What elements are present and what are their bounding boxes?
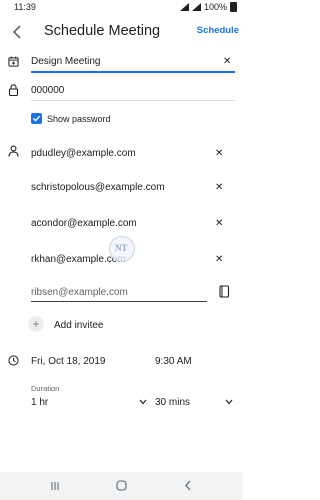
battery-percent: 100%	[203, 2, 227, 12]
password-input[interactable]: 000000	[31, 85, 64, 96]
status-icons: 100%	[179, 2, 237, 12]
battery-icon	[230, 2, 237, 12]
remove-invitee-icon[interactable]: ✕	[215, 219, 223, 229]
chevron-down-icon[interactable]	[225, 399, 233, 405]
signal-icon	[179, 3, 189, 11]
password-underline	[31, 100, 235, 101]
invitee-item: pdudley@example.com	[31, 148, 136, 159]
show-password-label: Show password	[47, 114, 111, 124]
lock-icon	[8, 84, 19, 96]
time-field[interactable]: 9:30 AM	[155, 356, 192, 367]
signal-icon	[191, 3, 201, 11]
meeting-title-input[interactable]: Design Meeting	[31, 56, 100, 67]
invitee-input-underline	[31, 301, 207, 302]
system-navigation-bar	[0, 472, 243, 500]
remove-invitee-icon[interactable]: ✕	[215, 149, 223, 159]
invitee-item: acondor@example.com	[31, 218, 137, 229]
duration-minutes-select[interactable]: 30 mins	[155, 397, 190, 408]
watermark-logo: NT	[109, 236, 135, 262]
invitee-email-input[interactable]: ribsen@example.com	[31, 287, 128, 298]
app-bar: Schedule Meeting Schedule	[0, 14, 243, 50]
status-bar: 11:39 100%	[0, 0, 243, 14]
add-invitee-icon[interactable]: +	[28, 316, 44, 332]
title-underline	[31, 71, 235, 73]
arrow-back-icon[interactable]	[6, 20, 30, 44]
add-invitee-label[interactable]: Add invitee	[54, 320, 103, 331]
show-password-checkbox[interactable]	[31, 113, 42, 124]
contacts-book-icon[interactable]	[219, 285, 230, 298]
check-icon	[33, 115, 41, 122]
watermark-text: NT	[115, 243, 128, 253]
invitee-item: schristopolous@example.com	[31, 182, 165, 193]
clock-icon	[8, 355, 19, 366]
date-field[interactable]: Fri, Oct 18, 2019	[31, 356, 105, 367]
clear-title-icon[interactable]: ✕	[223, 57, 231, 67]
remove-invitee-icon[interactable]: ✕	[215, 255, 223, 265]
duration-label: Duration	[31, 384, 60, 393]
status-time: 11:39	[14, 2, 36, 12]
schedule-button[interactable]: Schedule	[197, 25, 239, 36]
page-title: Schedule Meeting	[44, 23, 161, 39]
person-icon	[8, 145, 19, 157]
calendar-add-icon	[8, 56, 19, 67]
recent-apps-icon[interactable]	[50, 481, 60, 491]
remove-invitee-icon[interactable]: ✕	[215, 183, 223, 193]
home-icon[interactable]	[116, 480, 127, 491]
nav-back-icon[interactable]	[184, 480, 192, 491]
duration-hours-select[interactable]: 1 hr	[31, 397, 48, 408]
chevron-down-icon[interactable]	[139, 399, 147, 405]
